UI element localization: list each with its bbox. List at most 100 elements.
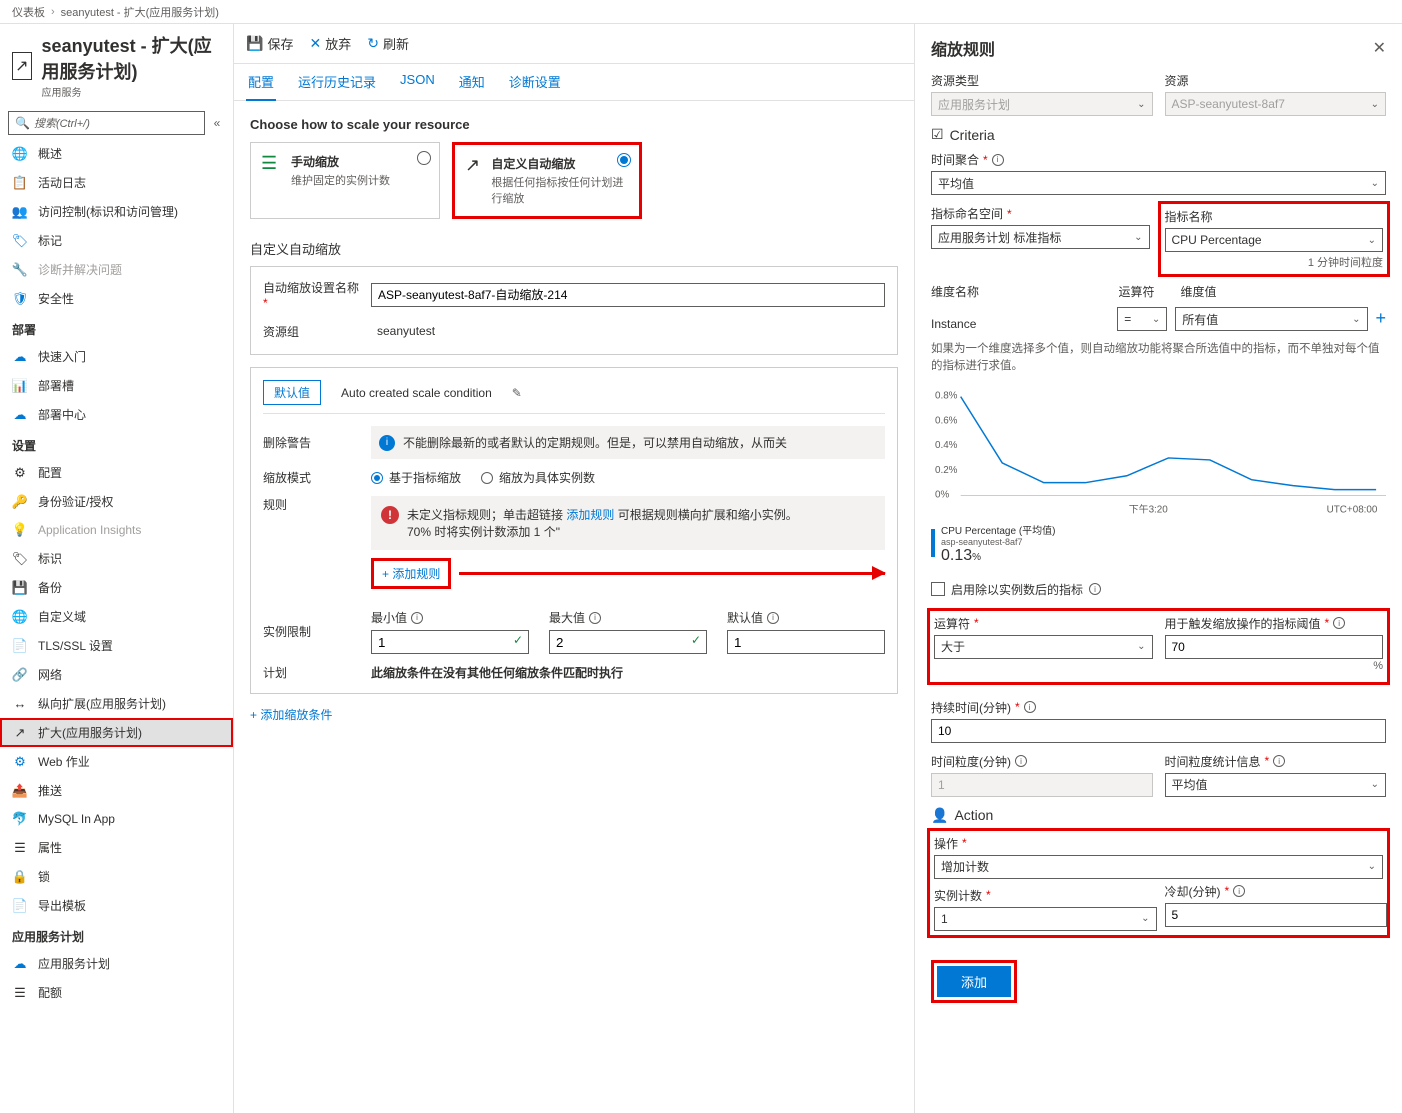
default-pill: 默认值 bbox=[263, 380, 321, 405]
breadcrumb-current[interactable]: seanyutest - 扩大(应用服务计划) bbox=[61, 4, 219, 20]
info-icon[interactable]: i bbox=[411, 612, 423, 624]
nav-push[interactable]: 📤推送 bbox=[0, 776, 233, 805]
close-button[interactable]: ✕ bbox=[1373, 38, 1386, 58]
nav-networking[interactable]: 🔗网络 bbox=[0, 660, 233, 689]
custom-section-title: 自定义自动缩放 bbox=[250, 239, 898, 258]
cooldown-input[interactable] bbox=[1165, 903, 1388, 927]
nav-locks[interactable]: 🔒锁 bbox=[0, 862, 233, 891]
tab-diag[interactable]: 诊断设置 bbox=[507, 64, 563, 100]
chevron-down-icon: ⌄ bbox=[1137, 641, 1145, 652]
info-icon[interactable]: i bbox=[1015, 755, 1027, 767]
split-checkbox-row[interactable]: 启用除以实例数后的指标 i bbox=[931, 581, 1386, 598]
nav-activity-log[interactable]: 📋活动日志 bbox=[0, 168, 233, 197]
action-op-dropdown[interactable]: 增加计数⌄ bbox=[934, 855, 1383, 879]
nav-backup[interactable]: 💾备份 bbox=[0, 573, 233, 602]
nav-export[interactable]: 📄导出模板 bbox=[0, 891, 233, 920]
nav-mysql[interactable]: 🐬MySQL In App bbox=[0, 805, 233, 833]
nav-identity[interactable]: 🏷标识 bbox=[0, 544, 233, 573]
nav-security[interactable]: 🛡安全性 bbox=[0, 284, 233, 313]
max-label: 最大值 i bbox=[549, 609, 707, 626]
nav-webjobs[interactable]: ⚙Web 作业 bbox=[0, 747, 233, 776]
manual-radio[interactable] bbox=[417, 151, 431, 165]
save-button[interactable]: 💾保存 bbox=[246, 34, 293, 53]
nav-properties[interactable]: ☰属性 bbox=[0, 833, 233, 862]
nav-scale-up[interactable]: ↗扩大(应用服务计划) bbox=[0, 718, 233, 747]
collapse-icon[interactable]: « bbox=[209, 116, 225, 130]
nav-deploy-center[interactable]: ☁部署中心 bbox=[0, 400, 233, 429]
info-icon[interactable]: i bbox=[1273, 755, 1285, 767]
info-icon[interactable]: i bbox=[767, 612, 779, 624]
rules-warning-link[interactable]: 添加规则 bbox=[566, 508, 614, 522]
dim-val-dropdown[interactable]: 所有值⌄ bbox=[1175, 307, 1367, 331]
action-op-label: 操作 * bbox=[934, 835, 1383, 852]
nav-configuration[interactable]: ⚙配置 bbox=[0, 458, 233, 487]
nav-slots[interactable]: 📊部署槽 bbox=[0, 371, 233, 400]
threshold-input[interactable] bbox=[1165, 635, 1384, 659]
custom-radio[interactable] bbox=[617, 153, 631, 167]
resource-dropdown: ASP-seanyutest-8af7⌄ bbox=[1165, 92, 1387, 116]
nav-quickstart[interactable]: ☁快速入门 bbox=[0, 342, 233, 371]
breadcrumb-dashboard[interactable]: 仪表板 bbox=[12, 4, 45, 20]
duration-input[interactable] bbox=[931, 719, 1386, 743]
instance-count-dropdown[interactable]: 1⌄ bbox=[934, 907, 1157, 931]
tab-json[interactable]: JSON bbox=[398, 64, 437, 100]
svg-text:0.2%: 0.2% bbox=[935, 464, 958, 475]
nav-tls[interactable]: 📄TLS/SSL 设置 bbox=[0, 631, 233, 660]
mode-count-radio[interactable]: 缩放为具体实例数 bbox=[481, 469, 595, 486]
nav-tags[interactable]: 🏷标记 bbox=[0, 226, 233, 255]
info-icon[interactable]: i bbox=[992, 154, 1004, 166]
min-input[interactable] bbox=[371, 630, 529, 654]
time-agg-dropdown[interactable]: 平均值⌄ bbox=[931, 171, 1386, 195]
nav-overview[interactable]: 🌐概述 bbox=[0, 139, 233, 168]
info-icon[interactable]: i bbox=[589, 612, 601, 624]
tab-notify[interactable]: 通知 bbox=[457, 64, 487, 100]
add-dimension-button[interactable]: + bbox=[1376, 308, 1387, 331]
nav-scale-out[interactable]: ↔纵向扩展(应用服务计划) bbox=[0, 689, 233, 718]
default-count-input[interactable] bbox=[727, 630, 885, 654]
mode-label: 缩放模式 bbox=[263, 469, 363, 486]
schedule-text: 此缩放条件在没有其他任何缩放条件匹配时执行 bbox=[371, 664, 885, 681]
nav-quota[interactable]: ☰配额 bbox=[0, 978, 233, 1007]
annotation-arrow bbox=[459, 572, 885, 575]
nav-asp[interactable]: ☁应用服务计划 bbox=[0, 949, 233, 978]
search-input[interactable]: 🔍 搜索(Ctrl+/) bbox=[8, 111, 205, 135]
op-dropdown[interactable]: 大于⌄ bbox=[934, 635, 1153, 659]
info-icon[interactable]: i bbox=[1333, 617, 1345, 629]
info-icon[interactable]: i bbox=[1024, 701, 1036, 713]
add-condition-link[interactable]: + 添加缩放条件 bbox=[250, 706, 898, 723]
dim-op-dropdown[interactable]: =⌄ bbox=[1117, 307, 1167, 331]
shield-icon: 🛡 bbox=[12, 291, 28, 307]
ns-dropdown[interactable]: 应用服务计划 标准指标⌄ bbox=[931, 225, 1150, 249]
backup-icon: 💾 bbox=[12, 580, 28, 596]
nav-custom-domain[interactable]: 🌐自定义域 bbox=[0, 602, 233, 631]
svg-text:0.4%: 0.4% bbox=[935, 440, 958, 451]
warning-icon: ! bbox=[381, 506, 399, 524]
nav-auth[interactable]: 🔑身份验证/授权 bbox=[0, 487, 233, 516]
custom-scale-option[interactable]: ↗ 自定义自动缩放 根据任何指标按任何计划进行缩放 bbox=[452, 142, 642, 219]
add-rule-button[interactable]: + 添加规则 bbox=[371, 558, 451, 589]
manual-scale-option[interactable]: ☰ 手动缩放 维护固定的实例计数 bbox=[250, 142, 440, 219]
network-icon: 🔗 bbox=[12, 667, 28, 683]
app-service-icon: ↗ bbox=[12, 52, 32, 80]
setting-name-input[interactable] bbox=[371, 283, 885, 307]
edit-icon[interactable]: ✎ bbox=[512, 386, 522, 400]
grain-stat-dropdown[interactable]: 平均值⌄ bbox=[1165, 773, 1387, 797]
rocket-icon: ☁ bbox=[12, 349, 28, 365]
nav-app-insights[interactable]: 💡Application Insights bbox=[0, 516, 233, 544]
nav-access-control[interactable]: 👥访问控制(标识和访问管理) bbox=[0, 197, 233, 226]
metric-dropdown[interactable]: CPU Percentage⌄ bbox=[1165, 228, 1384, 252]
dim-op-label: 运算符 bbox=[1119, 283, 1169, 300]
refresh-button[interactable]: ↻刷新 bbox=[367, 34, 409, 53]
discard-button[interactable]: ✕放弃 bbox=[309, 34, 351, 53]
split-checkbox[interactable] bbox=[931, 582, 945, 596]
tab-history[interactable]: 运行历史记录 bbox=[296, 64, 378, 100]
ns-label: 指标命名空间 * bbox=[931, 205, 1150, 222]
tab-configure[interactable]: 配置 bbox=[246, 64, 276, 101]
info-icon[interactable]: i bbox=[1233, 885, 1245, 897]
info-icon[interactable]: i bbox=[1089, 583, 1101, 595]
mode-metric-radio[interactable]: 基于指标缩放 bbox=[371, 469, 461, 486]
nav-diagnose[interactable]: 🔧诊断并解决问题 bbox=[0, 255, 233, 284]
max-input[interactable] bbox=[549, 630, 707, 654]
chevron-down-icon: ⌄ bbox=[1371, 779, 1379, 790]
add-button[interactable]: 添加 bbox=[937, 966, 1011, 997]
